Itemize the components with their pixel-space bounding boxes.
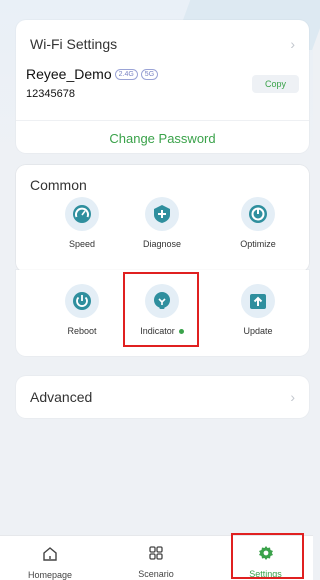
advanced-title: Advanced — [30, 389, 93, 405]
grid-icon — [106, 545, 206, 566]
wifi-settings-title: Wi-Fi Settings — [30, 36, 118, 52]
wifi-password: 12345678 — [26, 88, 75, 100]
copy-button[interactable]: Copy — [252, 75, 299, 93]
indicator-highlight-box — [123, 272, 199, 347]
wifi-settings-card[interactable]: Wi-Fi Settings › Reyee_Demo 2.4G 5G 1234… — [16, 20, 309, 153]
speed-label: Speed — [68, 239, 96, 249]
update-arrow-icon — [241, 284, 275, 318]
tab-scenario-label: Scenario — [138, 569, 174, 579]
diagnose-label: Diagnose — [142, 239, 182, 249]
update-label: Update — [243, 326, 273, 336]
optimize-icon — [241, 197, 275, 231]
band-badge-5g: 5G — [140, 68, 159, 80]
optimize-item[interactable]: Optimize — [218, 197, 298, 249]
optimize-label: Optimize — [240, 239, 276, 249]
power-icon — [65, 284, 99, 318]
chevron-right-icon: › — [290, 389, 295, 405]
diagnose-item[interactable]: Diagnose — [122, 197, 202, 249]
common-title: Common — [30, 177, 87, 193]
divider — [16, 120, 309, 121]
settings-highlight-box — [231, 533, 304, 579]
band-badge-2g: 2.4G — [114, 68, 138, 80]
reboot-label: Reboot — [67, 326, 97, 336]
update-item[interactable]: Update — [218, 284, 298, 336]
speedometer-icon — [65, 197, 99, 231]
speed-item[interactable]: Speed — [42, 197, 122, 249]
reboot-item[interactable]: Reboot — [42, 284, 122, 336]
diagnose-plus-icon — [145, 197, 179, 231]
chevron-right-icon[interactable]: › — [290, 36, 295, 52]
ssid-name: Reyee_Demo — [26, 66, 112, 82]
tab-homepage[interactable]: Homepage — [0, 536, 100, 580]
tab-scenario[interactable]: Scenario — [106, 536, 206, 579]
change-password-button[interactable]: Change Password — [16, 124, 309, 152]
advanced-card[interactable]: Advanced › — [16, 376, 309, 418]
common-card-body: Common Speed Diagnose Optimize — [16, 165, 309, 272]
home-icon — [0, 546, 100, 567]
ssid-row: Reyee_Demo 2.4G 5G — [26, 66, 159, 82]
